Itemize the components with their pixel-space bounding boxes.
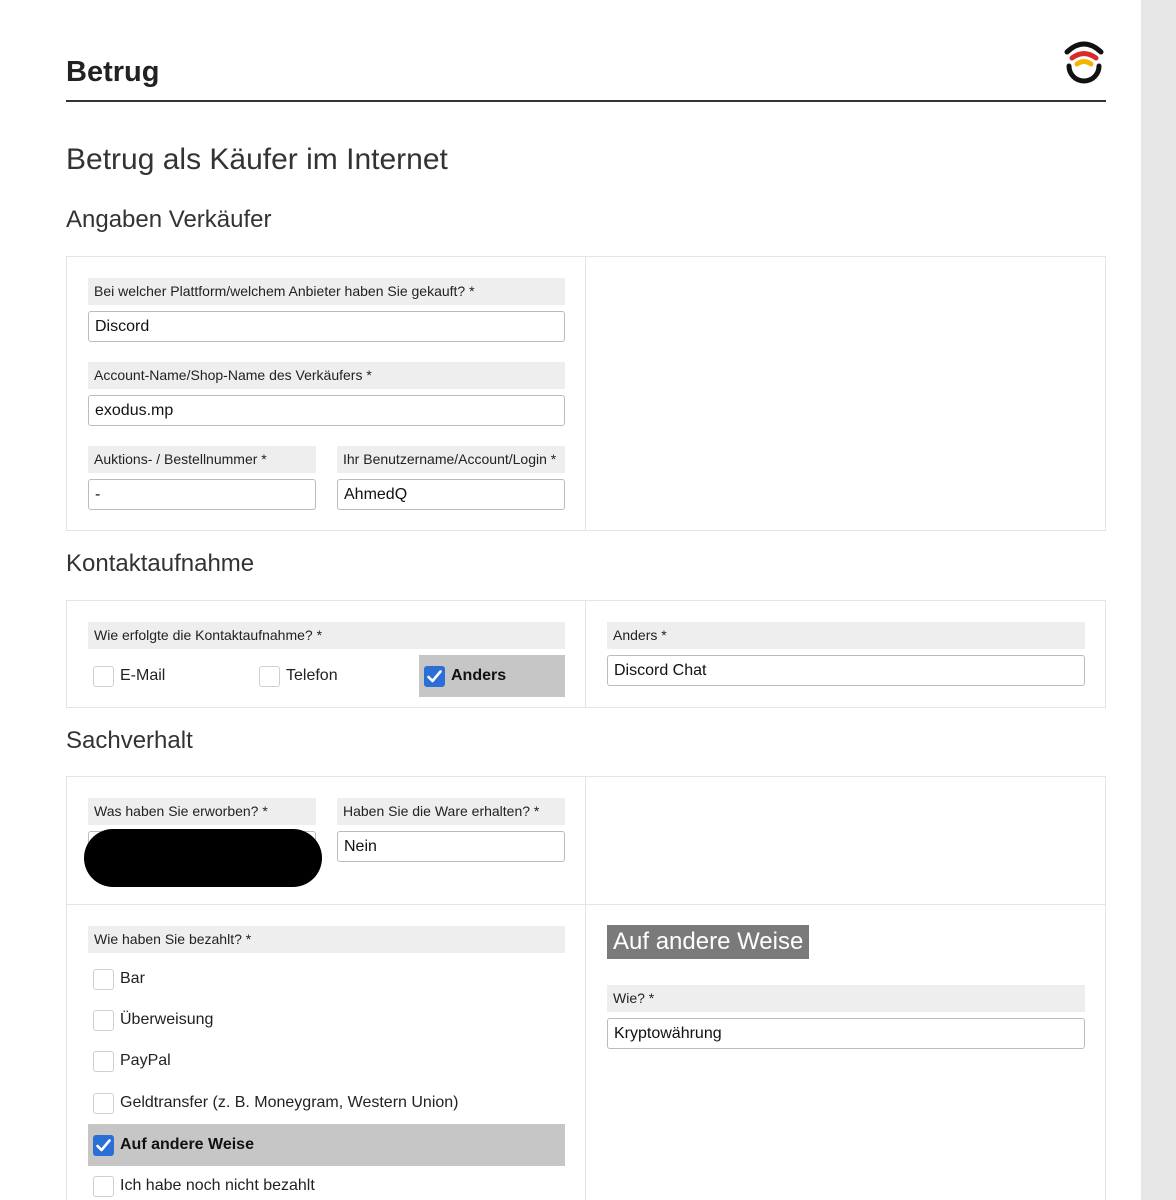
header-title: Betrug (66, 56, 160, 88)
checkbox[interactable] (93, 665, 114, 687)
contact-option-email[interactable]: E-Mail (88, 655, 238, 697)
received-input[interactable]: Nein (337, 831, 565, 862)
received-label: Haben Sie die Ware erhalten? * (337, 798, 565, 825)
account-label: Account-Name/Shop-Name des Verkäufers * (88, 362, 565, 389)
payment-option-money-transfer[interactable]: Geldtransfer (z. B. Moneygram, Western U… (88, 1082, 565, 1124)
option-label: Geldtransfer (z. B. Moneygram, Western U… (120, 1094, 459, 1111)
column-divider (585, 257, 586, 530)
checkbox-checked[interactable] (424, 665, 445, 687)
row-divider (67, 904, 1105, 905)
checkbox[interactable] (93, 968, 114, 990)
section-title-seller: Angaben Verkäufer (66, 206, 272, 233)
payment-question-label: Wie haben Sie bezahlt? * (88, 926, 565, 953)
acquired-label: Was haben Sie erworben? * (88, 798, 316, 825)
checkmark-icon (96, 1138, 111, 1151)
payment-other-heading: Auf andere Weise (607, 925, 810, 959)
contact-option-phone[interactable]: Telefon (254, 655, 404, 697)
order-number-input[interactable]: - (88, 479, 316, 510)
platform-label: Bei welcher Plattform/welchem Anbieter h… (88, 278, 565, 305)
option-label: Bar (120, 970, 145, 987)
contact-option-other[interactable]: Anders (419, 655, 565, 697)
checkbox-checked[interactable] (93, 1134, 114, 1156)
option-label: PayPal (120, 1052, 171, 1069)
contact-question-label: Wie erfolgte die Kontaktaufnahme? * (88, 622, 565, 649)
checkbox[interactable] (259, 665, 280, 687)
checkmark-icon (427, 669, 442, 682)
payment-option-other[interactable]: Auf andere Weise (88, 1124, 565, 1166)
login-input[interactable]: AhmedQ (337, 479, 565, 510)
section-title-contact: Kontaktaufnahme (66, 550, 255, 577)
column-divider (585, 601, 586, 707)
login-label: Ihr Benutzername/Account/Login * (337, 446, 565, 473)
contact-other-label: Anders * (607, 622, 1085, 649)
seller-panel: Bei welcher Plattform/welchem Anbieter h… (66, 256, 1106, 531)
option-label: Überweisung (120, 1011, 214, 1028)
page-header: Betrug (66, 40, 1106, 102)
contact-panel: Wie erfolgte die Kontaktaufnahme? * E-Ma… (66, 600, 1106, 708)
section-title-facts: Sachverhalt (66, 727, 193, 754)
window-scrollbar[interactable] (1141, 0, 1176, 1200)
platform-input[interactable]: Discord (88, 311, 565, 342)
page-title: Betrug als Käufer im Internet (66, 143, 448, 176)
payment-how-label: Wie? * (607, 985, 1085, 1012)
account-input[interactable]: exodus.mp (88, 395, 565, 426)
option-label: Auf andere Weise (120, 1136, 254, 1153)
logo-icon (1064, 41, 1104, 84)
payment-option-cash[interactable]: Bar (88, 958, 565, 1000)
payment-option-transfer[interactable]: Überweisung (88, 999, 565, 1041)
column-divider (585, 777, 586, 1200)
redaction-mark (84, 829, 322, 887)
option-label: Ich habe noch nicht bezahlt (120, 1177, 315, 1194)
payment-how-input[interactable]: Kryptowährung (607, 1018, 1085, 1049)
option-label: E-Mail (120, 667, 166, 684)
payment-option-not-paid[interactable]: Ich habe noch nicht bezahlt (88, 1165, 565, 1200)
facts-panel: Was haben Sie erworben? * Haben Sie die … (66, 776, 1106, 1200)
checkbox[interactable] (93, 1175, 114, 1197)
option-label: Telefon (286, 667, 338, 684)
contact-other-input[interactable]: Discord Chat (607, 655, 1085, 686)
order-number-label: Auktions- / Bestellnummer * (88, 446, 316, 473)
checkbox[interactable] (93, 1050, 114, 1072)
option-label: Anders (451, 667, 507, 684)
checkbox[interactable] (93, 1092, 114, 1114)
payment-option-paypal[interactable]: PayPal (88, 1040, 565, 1082)
checkbox[interactable] (93, 1009, 114, 1031)
